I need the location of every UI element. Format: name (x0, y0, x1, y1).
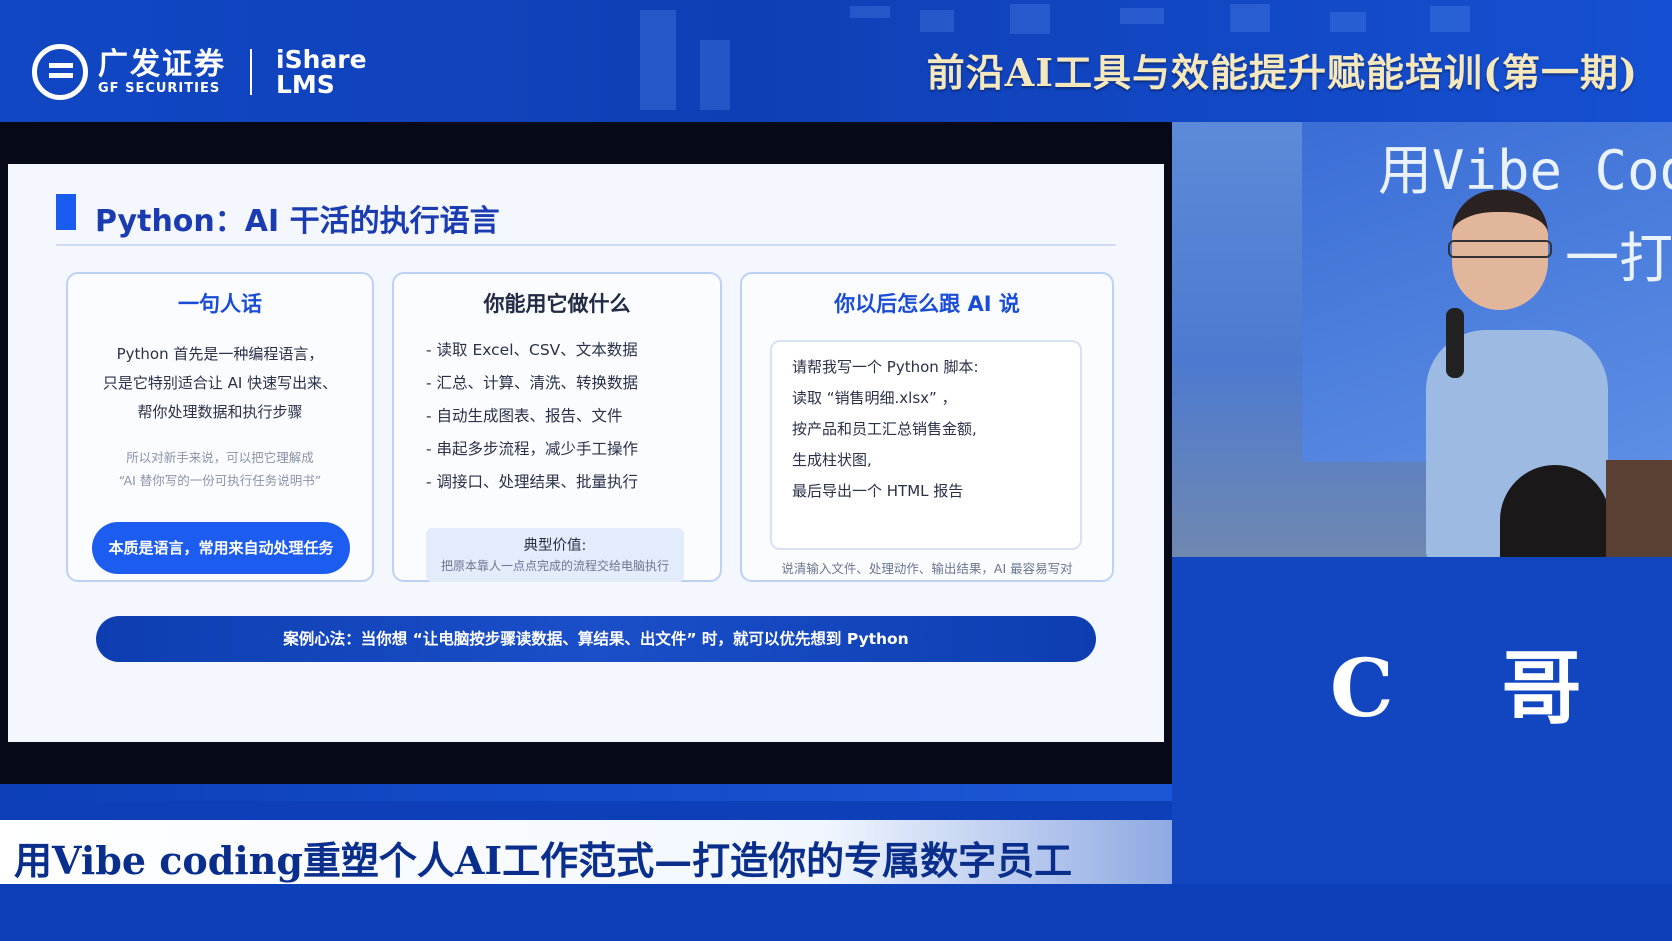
value-description: 把原本靠人一点点完成的流程交给电脑执行 (440, 559, 669, 573)
ishare-lms-logo: iShare LMS (276, 47, 367, 97)
prompt-example-box: 请帮我写一个 Python 脚本: 读取 “销售明细.xlsx” ， 按产品和员… (770, 340, 1082, 550)
brand-name-cn: 广发证券 (98, 47, 226, 82)
list-item: - 调接口、处理结果、批量执行 (426, 473, 639, 491)
body-line: 只是它特别适合让 AI 快速写出来、 (102, 374, 338, 392)
card-heading: 你能用它做什么 (483, 292, 631, 316)
slide-title: Python：AI 干活的执行语言 (95, 204, 500, 239)
session-title: 用Vibe coding重塑个人AI工作范式—打造你的专属数字员工 (14, 838, 1073, 883)
speaker-name: C 哥 (1330, 641, 1622, 735)
broadcast-header: 广发证券 GF SECURITIES iShare LMS 前沿AI工具与效能提… (0, 0, 1672, 122)
body-line: Python 首先是一种编程语言， (116, 345, 324, 363)
podium (1606, 460, 1672, 557)
glasses-icon (1448, 240, 1552, 258)
projection-text-2: 一打造 (1565, 227, 1672, 290)
prompt-line: 按产品和员工汇总销售金额, (792, 420, 977, 438)
title-divider (56, 244, 1116, 246)
body-line: 帮你处理数据和执行步骤 (137, 403, 303, 421)
card-plain-words: 一句人话 Python 首先是一种编程语言， 只是它特别适合让 AI 快速写出来… (66, 272, 374, 582)
prompt-line: 读取 “销售明细.xlsx” ， (792, 389, 957, 407)
card-note: 所以对新手来说，可以把它理解成 “AI 替你写的一份可执行任务说明书” (68, 446, 372, 492)
microphone-icon (1446, 308, 1464, 378)
list-item: - 串起多步流程，减少手工操作 (426, 440, 639, 458)
prompt-line: 请帮我写一个 Python 脚本: (792, 358, 979, 376)
value-title: 典型价值: (523, 538, 587, 554)
brand-logo: 广发证券 GF SECURITIES iShare LMS (32, 44, 367, 100)
card-heading: 你以后怎么跟 AI 说 (834, 292, 1020, 316)
decor-bar (640, 10, 676, 110)
card-heading: 一句人话 (178, 292, 262, 316)
lms-line2: LMS (276, 70, 335, 99)
presentation-slide: Python：AI 干活的执行语言 一句人话 Python 首先是一种编程语言，… (8, 164, 1164, 742)
lms-line1: iShare (276, 45, 367, 74)
key-tip-banner: 案例心法：当你想 “让电脑按步骤读数据、算结果、出文件” 时，就可以优先想到 P… (96, 616, 1096, 662)
prompt-line: 生成柱状图, (792, 451, 872, 469)
list-item: - 汇总、计算、清洗、转换数据 (426, 374, 639, 392)
decor-bar (850, 6, 890, 18)
card-prompt-example: 你以后怎么跟 AI 说 请帮我写一个 Python 脚本: 读取 “销售明细.x… (740, 272, 1114, 582)
prompt-line: 最后导出一个 HTML 报告 (792, 482, 964, 500)
decor-bar (1010, 4, 1050, 34)
list-item: - 自动生成图表、报告、文件 (426, 407, 623, 425)
decor-bar (1330, 12, 1366, 32)
gf-logo-icon (32, 44, 88, 100)
decor-bar (1430, 6, 1470, 32)
decor-bar (700, 40, 730, 110)
decor-bar (920, 10, 954, 32)
note-line: “AI 替你写的一份可执行任务说明书” (118, 473, 322, 488)
essence-pill: 本质是语言，常用来自动处理任务 (92, 522, 350, 574)
typical-value-box: 典型价值: 把原本靠人一点点完成的流程交给电脑执行 (426, 528, 684, 582)
use-case-list: - 读取 Excel、CSV、文本数据 - 汇总、计算、清洗、转换数据 - 自动… (426, 334, 638, 499)
title-accent-bar (56, 194, 76, 230)
logo-divider (250, 49, 252, 95)
brand-name-en: GF SECURITIES (98, 81, 221, 96)
bottom-strip (0, 884, 1672, 941)
card-footer-note: 说清输入文件、处理动作、输出结果，AI 最容易写对 (781, 561, 1073, 576)
card-use-cases: 你能用它做什么 - 读取 Excel、CSV、文本数据 - 汇总、计算、清洗、转… (392, 272, 722, 582)
event-title: 前沿AI工具与效能提升赋能培训(第一期) (926, 50, 1638, 95)
lower-third-caption: 用Vibe coding重塑个人AI工作范式—打造你的专属数字员工 (0, 820, 1172, 884)
list-item: - 读取 Excel、CSV、文本数据 (426, 341, 638, 359)
card-body: Python 首先是一种编程语言， 只是它特别适合让 AI 快速写出来、 帮你处… (68, 340, 372, 427)
caption-band (0, 784, 1172, 801)
slide-viewport: Python：AI 干活的执行语言 一句人话 Python 首先是一种编程语言，… (0, 122, 1172, 784)
decor-bar (1230, 4, 1270, 32)
note-line: 所以对新手来说，可以把它理解成 (126, 450, 314, 465)
decor-bar (1120, 8, 1164, 24)
